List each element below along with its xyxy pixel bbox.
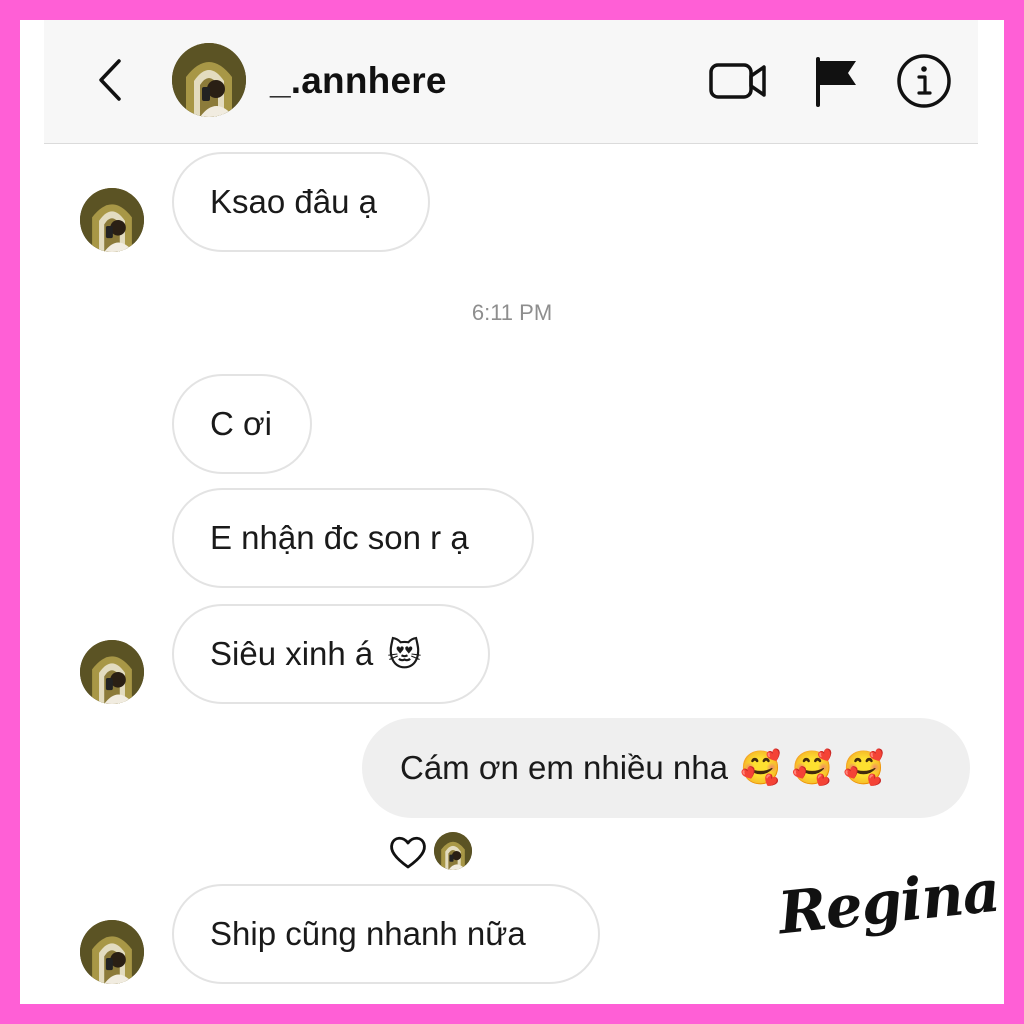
- sender-avatar[interactable]: [80, 188, 144, 252]
- video-call-icon: [709, 63, 766, 99]
- message-text: Ksao đâu ạ: [210, 183, 377, 220]
- message-text: Cám ơn em nhiều nha: [400, 749, 728, 786]
- message-bubble[interactable]: E nhận đc son r ạ: [172, 488, 534, 588]
- heart-eyes-cat-emoji: 😻: [387, 634, 422, 674]
- message-bubble[interactable]: Ksao đâu ạ: [172, 152, 430, 252]
- flag-icon: [816, 57, 856, 107]
- sender-avatar[interactable]: [80, 920, 144, 984]
- back-chevron-icon: [99, 59, 121, 101]
- message-bubble[interactable]: Siêu xinh á 😻: [172, 604, 490, 704]
- username[interactable]: _.annhere: [270, 60, 447, 102]
- message-text: Ship cũng nhanh nữa: [210, 915, 526, 952]
- message-bubble-outgoing[interactable]: Cám ơn em nhiều nha 🥰 🥰 🥰: [362, 718, 970, 818]
- video-call-button[interactable]: [708, 51, 768, 111]
- reactor-avatar: [434, 832, 472, 870]
- info-button[interactable]: [894, 51, 954, 111]
- message-text: E nhận đc son r ạ: [210, 519, 469, 556]
- message-timestamp: 6:11 PM: [471, 300, 553, 325]
- report-flag-button[interactable]: [806, 51, 866, 111]
- message-bubble[interactable]: Ship cũng nhanh nữa: [172, 884, 600, 984]
- message-reaction[interactable]: [388, 830, 478, 874]
- info-icon: [897, 54, 951, 108]
- profile-avatar[interactable]: [172, 43, 246, 117]
- message-bubble[interactable]: C ơi: [172, 374, 312, 474]
- watermark: Regina: [775, 856, 1003, 948]
- sender-avatar[interactable]: [80, 640, 144, 704]
- message-text: C ơi: [210, 405, 272, 442]
- smiling-hearts-emoji: 🥰 🥰 🥰: [740, 748, 885, 787]
- back-button[interactable]: [90, 54, 130, 106]
- chat-screen: _.annhere Ksao đâu ạ 6:11 PM C ơi E nhận…: [20, 20, 1004, 1004]
- chat-header: _.annhere: [44, 20, 978, 144]
- heart-icon: [390, 836, 426, 869]
- message-text: Siêu xinh á: [210, 635, 374, 672]
